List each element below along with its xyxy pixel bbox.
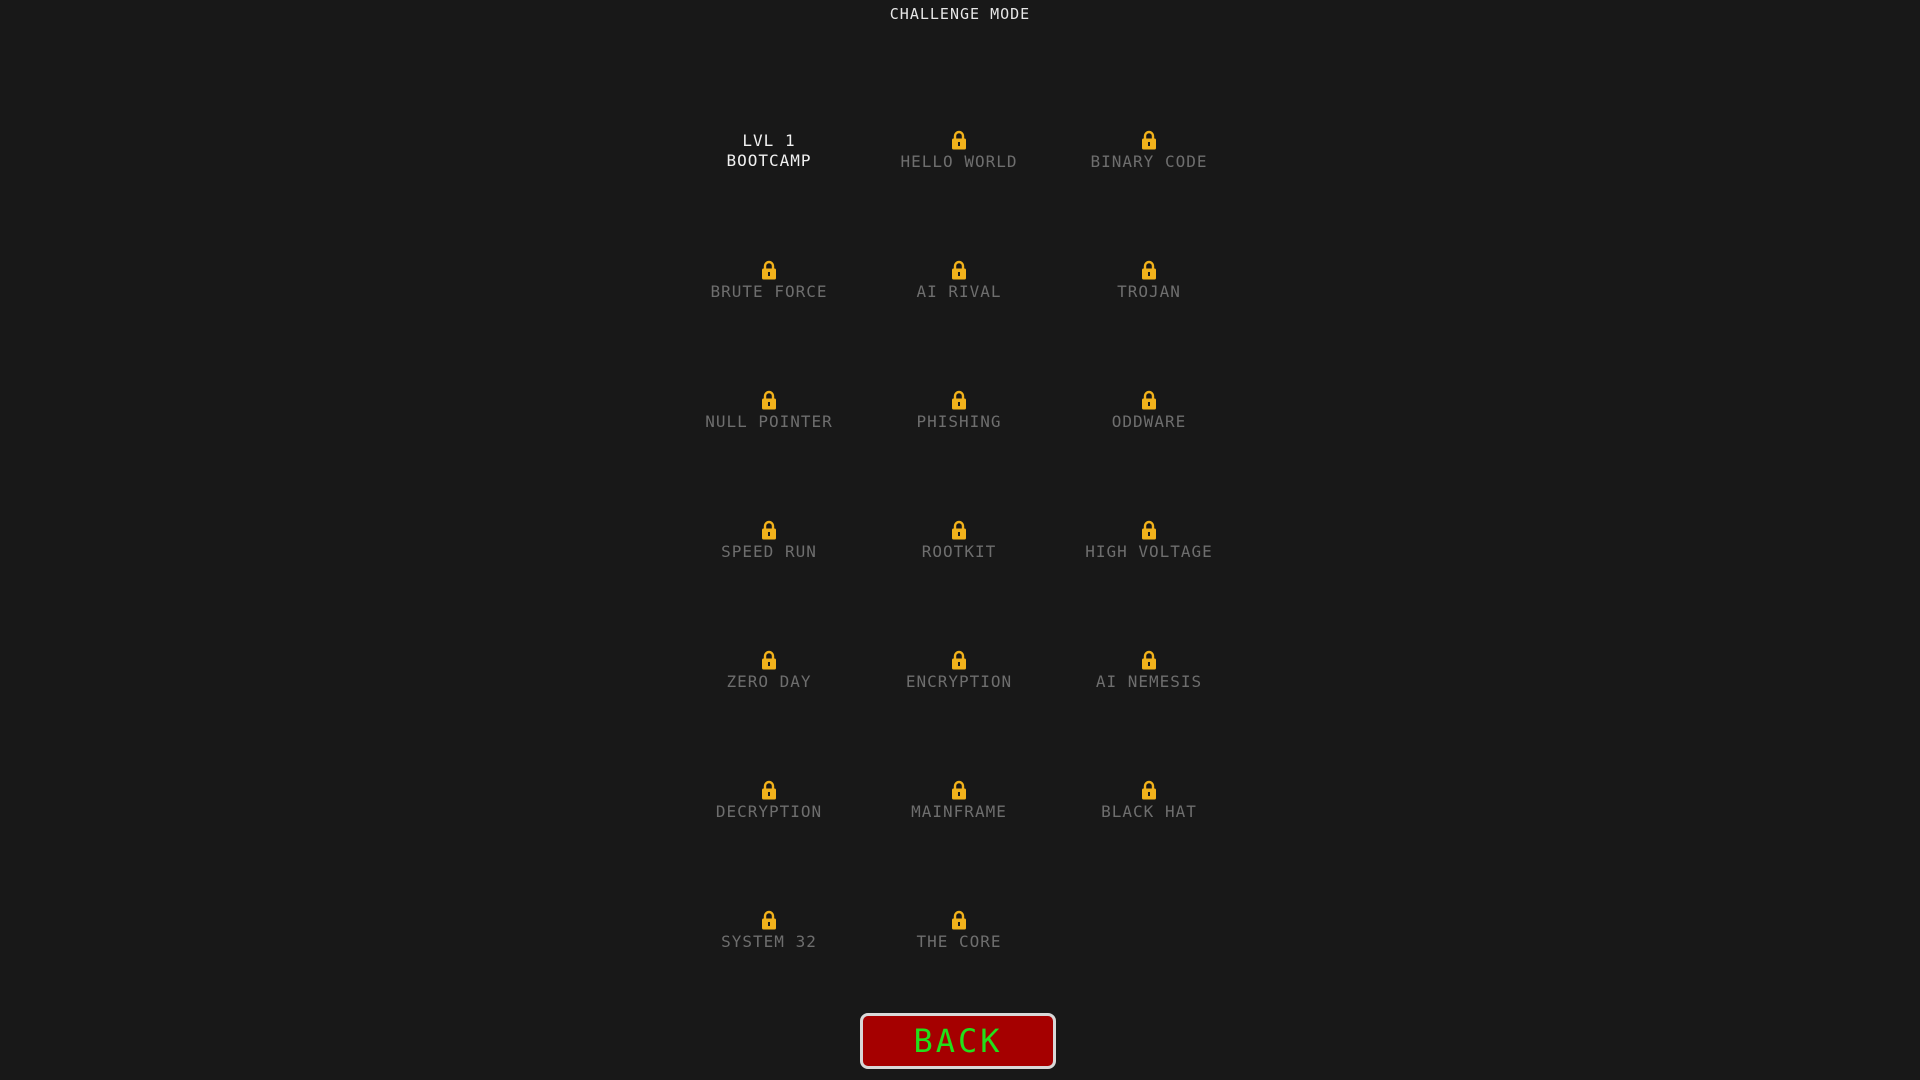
- level-name: ZERO DAY: [726, 672, 812, 691]
- level-name: MAINFRAME: [911, 802, 1007, 821]
- level-hello-world[interactable]: HELLO WORLD: [864, 110, 1054, 240]
- level-name: BLACK HAT: [1101, 802, 1197, 821]
- back-button[interactable]: BACK: [860, 1013, 1056, 1069]
- lock-icon: [1141, 520, 1157, 540]
- page-title: CHALLENGE MODE: [889, 5, 1031, 23]
- lock-icon: [1141, 130, 1157, 150]
- lock-icon: [1141, 390, 1157, 410]
- level-name: NULL POINTER: [705, 412, 833, 431]
- lock-icon: [761, 520, 777, 540]
- level-name: SPEED RUN: [721, 542, 817, 561]
- lock-icon: [951, 910, 967, 930]
- level-black-hat[interactable]: BLACK HAT: [1054, 760, 1244, 890]
- level-name: BOOTCAMP: [726, 151, 812, 170]
- level-phishing[interactable]: PHISHING: [864, 370, 1054, 500]
- level-bootcamp[interactable]: LVL 1 BOOTCAMP: [674, 110, 864, 240]
- level-zero-day[interactable]: ZERO DAY: [674, 630, 864, 760]
- level-decryption[interactable]: DECRYPTION: [674, 760, 864, 890]
- level-oddware[interactable]: ODDWARE: [1054, 370, 1244, 500]
- level-rootkit[interactable]: ROOTKIT: [864, 500, 1054, 630]
- level-name: HELLO WORLD: [900, 152, 1018, 171]
- level-number: LVL 1: [742, 131, 796, 150]
- lock-icon: [761, 390, 777, 410]
- lock-icon: [761, 650, 777, 670]
- level-grid: LVL 1 BOOTCAMP HELLO WORLD BINARY CODE BRUTE…: [674, 110, 1244, 1020]
- level-speed-run[interactable]: SPEED RUN: [674, 500, 864, 630]
- level-trojan[interactable]: TROJAN: [1054, 240, 1244, 370]
- level-brute-force[interactable]: BRUTE FORCE: [674, 240, 864, 370]
- challenge-mode-screen: CHALLENGE MODE LVL 1 BOOTCAMP HELLO WORLD B…: [0, 0, 1920, 1080]
- level-encryption[interactable]: ENCRYPTION: [864, 630, 1054, 760]
- lock-icon: [951, 260, 967, 280]
- level-name: ODDWARE: [1111, 412, 1187, 431]
- level-name: AI NEMESIS: [1095, 672, 1203, 691]
- lock-icon: [761, 780, 777, 800]
- level-ai-nemesis[interactable]: AI NEMESIS: [1054, 630, 1244, 760]
- lock-icon: [1141, 780, 1157, 800]
- level-high-voltage[interactable]: HIGH VOLTAGE: [1054, 500, 1244, 630]
- level-name: SYSTEM 32: [721, 932, 817, 951]
- level-system-32[interactable]: SYSTEM 32: [674, 890, 864, 1020]
- level-name: BRUTE FORCE: [710, 282, 828, 301]
- lock-icon: [1141, 650, 1157, 670]
- level-name: BINARY CODE: [1090, 152, 1208, 171]
- lock-icon: [951, 390, 967, 410]
- level-name: ENCRYPTION: [905, 672, 1013, 691]
- level-name: PHISHING: [916, 412, 1002, 431]
- level-name: TROJAN: [1117, 282, 1181, 301]
- lock-icon: [761, 260, 777, 280]
- level-null-pointer[interactable]: NULL POINTER: [674, 370, 864, 500]
- lock-icon: [951, 520, 967, 540]
- level-name: THE CORE: [916, 932, 1002, 951]
- level-name: DECRYPTION: [715, 802, 823, 821]
- lock-icon: [761, 910, 777, 930]
- lock-icon: [1141, 260, 1157, 280]
- level-ai-rival[interactable]: AI RIVAL: [864, 240, 1054, 370]
- level-mainframe[interactable]: MAINFRAME: [864, 760, 1054, 890]
- level-the-core[interactable]: THE CORE: [864, 890, 1054, 1020]
- level-binary-code[interactable]: BINARY CODE: [1054, 110, 1244, 240]
- lock-icon: [951, 780, 967, 800]
- lock-icon: [951, 130, 967, 150]
- level-name: ROOTKIT: [921, 542, 997, 561]
- lock-icon: [951, 650, 967, 670]
- level-name: HIGH VOLTAGE: [1085, 542, 1213, 561]
- level-name: AI RIVAL: [916, 282, 1002, 301]
